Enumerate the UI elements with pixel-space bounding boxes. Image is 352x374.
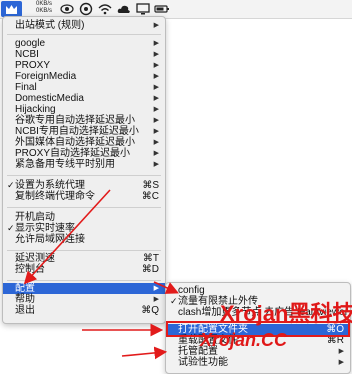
separator xyxy=(7,250,161,251)
separator xyxy=(7,207,161,208)
menu-item-label: clash增加更多节点 去广告 teamviewer xyxy=(178,307,349,318)
chevron-right-icon: ▶ xyxy=(153,285,159,292)
menu-item-label: 开机启动 xyxy=(15,212,55,223)
menu-item-system-proxy[interactable]: ✓ 设置为系统代理 ⌘S xyxy=(3,180,165,191)
cloud-icon[interactable] xyxy=(117,2,131,16)
chevron-right-icon: ▶ xyxy=(153,62,159,69)
menu-item-google-auto[interactable]: 谷歌专用自动选择延迟最小 ▶ xyxy=(3,115,165,126)
menu-item-label: Final xyxy=(15,82,37,93)
menu-item-label: google xyxy=(15,38,46,49)
menu-item-dashboard[interactable]: 控制台 ⌘D xyxy=(3,264,165,275)
menu-item-label: config xyxy=(178,285,205,296)
upload-speed: 0KB/s xyxy=(35,1,52,7)
chevron-right-icon: ▶ xyxy=(338,348,344,355)
chevron-right-icon: ▶ xyxy=(153,40,159,47)
menu-item-emergency-backup[interactable]: 紧急备用专线平时别用 ▶ xyxy=(3,159,165,170)
annotation-highlight-box xyxy=(166,321,350,337)
menu-item-final[interactable]: Final ▶ xyxy=(3,82,165,93)
menu-item-label: Hijacking xyxy=(15,104,56,115)
menu-item-google[interactable]: google ▶ xyxy=(3,38,165,49)
menu-item-label: 控制台 xyxy=(15,264,45,275)
chevron-right-icon: ▶ xyxy=(338,359,344,366)
submenu-item-config-file[interactable]: config xyxy=(166,285,350,296)
menu-item-label: 流量有限禁止外传 xyxy=(178,296,258,307)
clash-dropdown-menu: 出站模式 (规则) ▶ google ▶ NCBI ▶ PROXY ▶ Fore… xyxy=(2,16,166,324)
shortcut-label: ⌘S xyxy=(142,180,159,191)
menu-item-label: PROXY xyxy=(15,60,51,71)
network-speed-readout: 0KB/s 0KB/s xyxy=(24,1,52,15)
checkmark-icon: ✓ xyxy=(170,296,178,306)
chevron-right-icon: ▶ xyxy=(153,161,159,168)
menu-item-quit[interactable]: 退出 ⌘Q xyxy=(3,305,165,316)
menu-item-latency-test[interactable]: 延迟测速 ⌘T xyxy=(3,253,165,264)
menu-item-label: 出站模式 (规则) xyxy=(15,20,85,31)
chevron-right-icon: ▶ xyxy=(153,139,159,146)
wifi-icon[interactable] xyxy=(98,2,112,16)
menu-item-help[interactable]: 帮助 ▶ xyxy=(3,294,165,305)
shortcut-label: ⌘T xyxy=(142,253,159,264)
chevron-right-icon: ▶ xyxy=(153,106,159,113)
shortcut-label: ⌘Q xyxy=(141,305,159,316)
menu-item-label: NCBI专用自动选择延迟最小 xyxy=(15,126,139,137)
chevron-right-icon: ▶ xyxy=(153,128,159,135)
separator xyxy=(7,280,161,281)
menu-item-label: 帮助 xyxy=(15,294,35,305)
chevron-right-icon: ▶ xyxy=(153,150,159,157)
menu-item-label: 显示实时速率 xyxy=(15,223,75,234)
menu-item-label: PROXY自动选择延迟最小 xyxy=(15,148,131,159)
menu-item-label: 试验性功能 xyxy=(178,357,228,368)
screen-icon[interactable] xyxy=(136,2,150,16)
menu-item-label: 配置 xyxy=(15,283,35,294)
chevron-right-icon: ▶ xyxy=(153,51,159,58)
menu-item-proxy[interactable]: PROXY ▶ xyxy=(3,60,165,71)
download-speed: 0KB/s xyxy=(35,8,52,14)
menu-item-label: 允许局域网连接 xyxy=(15,234,85,245)
menu-item-label: 外国媒体自动选择延迟最小 xyxy=(15,137,135,148)
menu-item-label: 设置为系统代理 xyxy=(15,180,85,191)
menu-item-show-realtime-speed[interactable]: ✓ 显示实时速率 xyxy=(3,223,165,234)
menu-item-domesticmedia[interactable]: DomesticMedia ▶ xyxy=(3,93,165,104)
menu-item-label: 托管配置 xyxy=(178,346,218,357)
chevron-right-icon: ▶ xyxy=(153,84,159,91)
chevron-right-icon: ▶ xyxy=(153,117,159,124)
annotation-arrow xyxy=(121,346,168,360)
menu-item-label: 复制终端代理命令 xyxy=(15,191,95,202)
menu-item-foreign-media-auto[interactable]: 外国媒体自动选择延迟最小 ▶ xyxy=(3,137,165,148)
menu-item-outbound-mode[interactable]: 出站模式 (规则) ▶ xyxy=(3,20,165,31)
menu-item-label: NCBI xyxy=(15,49,39,60)
battery-icon[interactable] xyxy=(154,2,170,16)
menu-item-foreignmedia[interactable]: ForeignMedia ▶ xyxy=(3,71,165,82)
shortcut-label: ⌘D xyxy=(141,264,159,275)
menu-item-launch-at-startup[interactable]: 开机启动 xyxy=(3,212,165,223)
menu-item-ncbi-auto[interactable]: NCBI专用自动选择延迟最小 ▶ xyxy=(3,126,165,137)
separator xyxy=(7,34,161,35)
menu-item-copy-terminal-command[interactable]: 复制终端代理命令 ⌘C xyxy=(3,191,165,202)
submenu-item-experimental[interactable]: 试验性功能 ▶ xyxy=(166,357,350,368)
separator xyxy=(7,175,161,176)
menu-item-hijacking[interactable]: Hijacking ▶ xyxy=(3,104,165,115)
menu-item-label: 谷歌专用自动选择延迟最小 xyxy=(15,115,135,126)
checkmark-icon: ✓ xyxy=(7,180,15,190)
clash-app-icon[interactable] xyxy=(1,1,22,17)
menu-item-allow-lan[interactable]: 允许局域网连接 xyxy=(3,234,165,245)
chevron-right-icon: ▶ xyxy=(153,296,159,303)
menu-item-label: 退出 xyxy=(15,305,35,316)
chevron-right-icon: ▶ xyxy=(153,22,159,29)
submenu-item-rate-limit[interactable]: ✓ 流量有限禁止外传 xyxy=(166,296,350,307)
shortcut-label: ⌘C xyxy=(141,191,159,202)
submenu-item-clash-added[interactable]: clash增加更多节点 去广告 teamviewer xyxy=(166,307,350,318)
menu-item-proxy-auto[interactable]: PROXY自动选择延迟最小 ▶ xyxy=(3,148,165,159)
menu-item-ncbi[interactable]: NCBI ▶ xyxy=(3,49,165,60)
submenu-item-hosted-config[interactable]: 托管配置 ▶ xyxy=(166,346,350,357)
menu-item-label: 延迟测速 xyxy=(15,253,55,264)
eye-icon[interactable] xyxy=(60,2,74,16)
menu-item-config[interactable]: 配置 ▶ xyxy=(3,283,165,294)
checkmark-icon: ✓ xyxy=(7,223,15,233)
chevron-right-icon: ▶ xyxy=(153,95,159,102)
chevron-right-icon: ▶ xyxy=(153,73,159,80)
menu-item-label: ForeignMedia xyxy=(15,71,77,82)
circle-icon[interactable] xyxy=(79,2,93,16)
menu-item-label: DomesticMedia xyxy=(15,93,84,104)
menu-item-label: 紧急备用专线平时别用 xyxy=(15,159,115,170)
